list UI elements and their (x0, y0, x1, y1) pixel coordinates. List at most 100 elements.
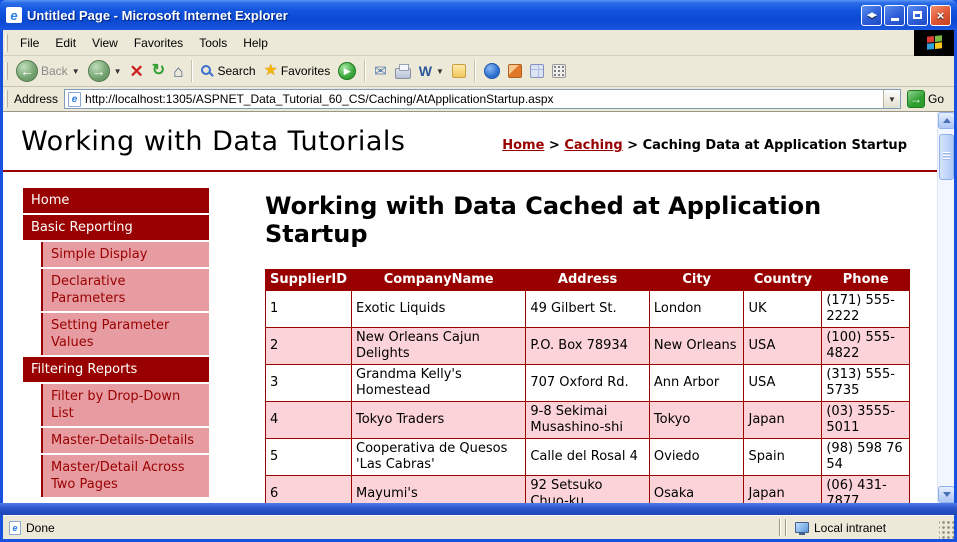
toolbar-separator (364, 60, 366, 82)
toolbar-grip[interactable] (5, 62, 8, 80)
address-dropdown-button[interactable]: ▼ (883, 90, 900, 108)
messenger-button[interactable] (480, 61, 504, 81)
address-input[interactable]: e http://localhost:1305/ASPNET_Data_Tuto… (64, 89, 901, 109)
table-cell: 6 (266, 475, 352, 503)
table-row: 2New Orleans Cajun DelightsP.O. Box 7893… (266, 327, 910, 364)
resize-grip[interactable] (939, 521, 954, 539)
status-separator (779, 519, 781, 536)
word-icon: W (419, 64, 432, 78)
standard-toolbar: ← Back ▼ → ▼ ✕ ↻ ⌂ Search ★ Favorites ▶ … (3, 56, 954, 87)
go-button[interactable]: → Go (901, 90, 950, 108)
column-header: Phone (822, 269, 910, 290)
table-cell: New Orleans Cajun Delights (352, 327, 526, 364)
close-button[interactable]: × (930, 5, 951, 26)
search-button[interactable]: Search (197, 62, 259, 80)
go-icon: → (907, 90, 925, 108)
sidebar-item[interactable]: Filtering Reports (23, 357, 209, 382)
sidebar-item[interactable]: Home (23, 188, 209, 213)
media-icon: ▶ (338, 62, 356, 80)
address-label: Address (14, 92, 58, 106)
research-button[interactable] (526, 62, 548, 80)
stop-icon: ✕ (130, 63, 144, 80)
browser-viewport: Working with Data Tutorials Home > Cachi… (3, 112, 954, 503)
table-cell: USA (744, 327, 822, 364)
table-cell: Tokyo (649, 401, 744, 438)
table-row: 6Mayumi's92 Setsuko Chuo-kuOsakaJapan(06… (266, 475, 910, 503)
maximize-button[interactable] (907, 5, 928, 26)
sidebar-item[interactable]: Setting Parameter Values (41, 313, 209, 355)
status-message-zone: e Done (3, 521, 777, 535)
discuss-icon (452, 64, 466, 78)
menu-tools[interactable]: Tools (191, 32, 235, 54)
table-cell: Grandma Kelly's Homestead (352, 364, 526, 401)
print-button[interactable] (391, 62, 415, 81)
table-cell: Mayumi's (352, 475, 526, 503)
toolbar-separator (474, 60, 476, 82)
scrollbar-thumb[interactable] (939, 134, 954, 180)
vertical-scrollbar[interactable] (937, 112, 954, 503)
mail-icon: ✉ (374, 64, 387, 79)
pencil-icon (508, 64, 522, 78)
windows-flag-icon (927, 35, 942, 50)
sidebar-item[interactable]: Master/Detail Across Two Pages (41, 455, 209, 497)
minimize-icon (891, 18, 899, 21)
sidebar-item[interactable]: Filter by Drop-Down List (41, 384, 209, 426)
address-grip[interactable] (5, 90, 8, 108)
back-button[interactable]: ← Back ▼ (12, 58, 84, 84)
minimize-button[interactable] (884, 5, 905, 26)
local-intranet-icon (795, 522, 809, 533)
status-text: Done (26, 521, 55, 535)
table-header-row: SupplierIDCompanyNameAddressCityCountryP… (266, 269, 910, 290)
sidebar-item[interactable]: Basic Reporting (23, 215, 209, 240)
table-cell: 49 Gilbert St. (526, 290, 650, 327)
status-page-icon: e (9, 521, 21, 535)
search-icon (201, 65, 211, 75)
table-cell: New Orleans (649, 327, 744, 364)
sidebar-item[interactable]: Master-Details-Details (41, 428, 209, 453)
menu-view[interactable]: View (84, 32, 126, 54)
title-bar[interactable]: e Untitled Page - Microsoft Internet Exp… (0, 0, 957, 30)
scroll-down-button[interactable] (938, 486, 954, 503)
ie-window-icon: e (6, 7, 22, 23)
security-zone-text: Local intranet (814, 521, 886, 535)
menu-edit[interactable]: Edit (47, 32, 84, 54)
table-cell: Osaka (649, 475, 744, 503)
window-title: Untitled Page - Microsoft Internet Explo… (27, 8, 861, 23)
home-icon: ⌂ (173, 63, 183, 80)
sidebar-item[interactable]: Simple Display (41, 242, 209, 267)
edit-page-button[interactable] (504, 62, 526, 80)
table-cell: Oviedo (649, 438, 744, 475)
address-url: http://localhost:1305/ASPNET_Data_Tutori… (85, 92, 883, 106)
table-cell: Exotic Liquids (352, 290, 526, 327)
word-dropdown-icon[interactable]: ▼ (436, 67, 444, 76)
menu-grip[interactable] (5, 34, 8, 52)
media-button[interactable]: ▶ (334, 60, 360, 82)
stop-button[interactable]: ✕ (126, 61, 148, 82)
dots-grid-icon (552, 64, 566, 78)
refresh-button[interactable]: ↻ (148, 61, 169, 81)
suppliers-table-body: 1Exotic Liquids49 Gilbert St.LondonUK(17… (266, 290, 910, 503)
menu-file[interactable]: File (12, 32, 47, 54)
discuss-button[interactable] (448, 62, 470, 80)
edit-with-word-button[interactable]: W ▼ (415, 62, 448, 80)
forward-button[interactable]: → ▼ (84, 58, 126, 84)
go-label: Go (928, 92, 944, 106)
web-page: Working with Data Tutorials Home > Cachi… (3, 112, 937, 503)
window-nav-button[interactable]: ◀▶ (861, 5, 882, 26)
forward-dropdown-icon[interactable]: ▼ (114, 67, 122, 76)
sidebar-item[interactable]: Declarative Parameters (41, 269, 209, 311)
mail-button[interactable]: ✉ (370, 62, 391, 81)
table-cell: London (649, 290, 744, 327)
scroll-up-button[interactable] (938, 112, 954, 129)
back-dropdown-icon[interactable]: ▼ (72, 67, 80, 76)
toolbar-options-button[interactable] (548, 62, 570, 80)
table-row: 3Grandma Kelly's Homestead707 Oxford Rd.… (266, 364, 910, 401)
breadcrumb-link[interactable]: Caching (564, 138, 622, 153)
favorites-button[interactable]: ★ Favorites (260, 61, 335, 81)
site-header: Working with Data Tutorials Home > Cachi… (3, 112, 937, 172)
home-button[interactable]: ⌂ (169, 61, 187, 82)
menu-help[interactable]: Help (235, 32, 276, 54)
scroll-up-icon (943, 118, 951, 123)
menu-favorites[interactable]: Favorites (126, 32, 191, 54)
breadcrumb-link[interactable]: Home (502, 138, 544, 153)
